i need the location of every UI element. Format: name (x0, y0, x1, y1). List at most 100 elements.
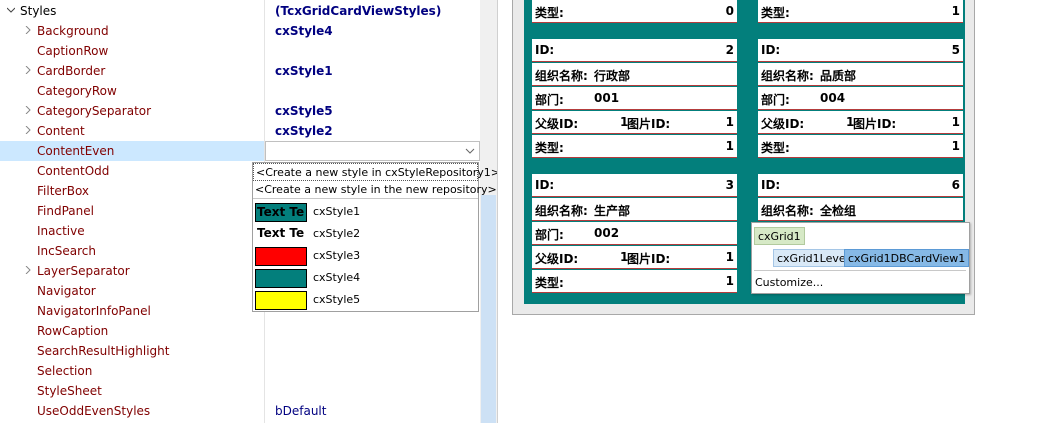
property-name-cell[interactable]: FindPanel (0, 201, 264, 221)
property-name-cell[interactable]: CaptionRow (0, 41, 264, 61)
property-name-cell[interactable]: Navigator (0, 281, 264, 301)
card-row[interactable]: ID: 5 (758, 39, 963, 62)
property-name-cell[interactable]: Styles (0, 1, 264, 21)
grid-root-tag[interactable]: cxGrid1 (754, 227, 805, 245)
card-row-value: 0 (725, 4, 734, 18)
expand-icon[interactable] (24, 266, 32, 274)
property-value-cell[interactable]: cxStyle2 (265, 121, 480, 141)
property-value-cell[interactable] (265, 381, 480, 401)
card-row-caption: 类型: (535, 276, 564, 290)
card-row[interactable]: 类型: 1 (758, 135, 963, 158)
property-row[interactable]: RowCaption (0, 321, 480, 341)
create-style-in-repository-item[interactable]: <Create a new style in cxStyleRepository… (253, 163, 500, 181)
property-value-cell[interactable]: (TcxGridCardViewStyles) (265, 1, 480, 21)
popup-separator (754, 270, 966, 271)
property-name-cell[interactable]: ContentEven (0, 141, 264, 161)
card-row[interactable]: ID: 2 (532, 39, 737, 62)
property-name-cell[interactable]: Selection (0, 361, 264, 381)
card-row[interactable]: 组织名称: 品质部 (758, 63, 963, 86)
property-row-styles[interactable]: Styles (TcxGridCardViewStyles) (0, 1, 480, 21)
property-row[interactable]: UseOddEvenStyles bDefault (0, 401, 480, 421)
grid-view-tag[interactable]: cxGrid1DBCardView1 (844, 249, 970, 267)
card-row[interactable]: 父级ID: 1 图片ID: 1 (532, 111, 737, 134)
create-style-in-new-repository-item[interactable]: <Create a new style in the new repositor… (253, 181, 497, 199)
card-row[interactable]: 类型: 1 (532, 135, 737, 158)
property-row[interactable]: CategoryRow (0, 81, 480, 101)
property-name-cell[interactable]: NavigatorInfoPanel (0, 301, 264, 321)
card-row[interactable]: 类型: 1 (758, 0, 963, 23)
vertical-scrollbar[interactable] (480, 0, 497, 423)
card-row[interactable]: 部门: 001 (532, 87, 737, 110)
property-name-cell[interactable]: LayerSeparator (0, 261, 264, 281)
property-name-cell[interactable]: Content (0, 121, 264, 141)
property-name-cell[interactable]: IncSearch (0, 241, 264, 261)
customize-link[interactable]: Customize... (755, 276, 823, 289)
property-name-cell[interactable]: StyleSheet (0, 381, 264, 401)
property-value-cell[interactable] (265, 361, 480, 381)
property-row[interactable]: CardBorder cxStyle1 (0, 61, 480, 81)
property-value-cell[interactable] (265, 141, 480, 161)
card[interactable]: ID: 3 组织名称: 生产部 部门: 002 父级ID: 1 图片ID: 1 类型: 1 (532, 174, 737, 294)
property-name: FilterBox (37, 184, 90, 198)
property-name-cell[interactable]: CardBorder (0, 61, 264, 81)
property-row[interactable]: Content cxStyle2 (0, 121, 480, 141)
card-row[interactable]: 父级ID: 1 图片ID: 1 (532, 246, 737, 269)
property-value-cell[interactable]: cxStyle5 (265, 101, 480, 121)
property-row[interactable]: CaptionRow (0, 41, 480, 61)
card-row-caption: 类型: (761, 6, 790, 20)
style-option-cxStyle5[interactable]: cxStyle5 (253, 288, 478, 313)
card-row[interactable]: 组织名称: 生产部 (532, 198, 737, 221)
property-row[interactable]: ContentEven (0, 141, 480, 161)
card[interactable]: 类型: 0 (532, 0, 737, 24)
card-row[interactable]: 部门: 004 (758, 87, 963, 110)
property-value-cell[interactable]: cxStyle4 (265, 21, 480, 41)
expand-icon[interactable] (24, 66, 32, 74)
property-name: SearchResultHighlight (37, 344, 170, 358)
card-row[interactable]: 组织名称: 行政部 (532, 63, 737, 86)
chevron-down-icon[interactable] (465, 147, 475, 155)
property-name-cell[interactable]: Background (0, 21, 264, 41)
property-name: UseOddEvenStyles (37, 404, 151, 418)
property-name: ContentEven (37, 144, 115, 158)
card[interactable]: 类型: 1 (758, 0, 963, 24)
property-name-cell[interactable]: FilterBox (0, 181, 264, 201)
card-row-caption: ID: (761, 178, 781, 192)
card-row[interactable]: ID: 6 (758, 174, 963, 197)
property-name-cell[interactable]: Inactive (0, 221, 264, 241)
collapse-icon[interactable] (7, 6, 15, 14)
card[interactable]: ID: 5 组织名称: 品质部 部门: 004 父级ID: 1 图片ID: 1 类型: 1 (758, 39, 963, 159)
card-row[interactable]: ID: 3 (532, 174, 737, 197)
property-name-cell[interactable]: SearchResultHighlight (0, 341, 264, 361)
scrollbar-thumb[interactable] (481, 195, 496, 423)
grid-control[interactable]: 类型: 0 类型: 1 ID: 2 组织名称: 行政部 部门: 001 父级ID: 1 图片ID: 1 类型… (512, 0, 975, 315)
property-value-cell[interactable]: bDefault (265, 401, 480, 421)
property-row[interactable]: Selection (0, 361, 480, 381)
property-row[interactable]: CategorySeparator cxStyle5 (0, 101, 480, 121)
property-name: Background (37, 24, 109, 38)
property-name-cell[interactable]: CategorySeparator (0, 101, 264, 121)
card-row-value-2: 1 (725, 115, 734, 129)
card-row[interactable]: 类型: 0 (532, 0, 737, 23)
property-row[interactable]: StyleSheet (0, 381, 480, 401)
card-row-caption: 组织名称: (535, 204, 588, 218)
property-value-cell[interactable]: cxStyle1 (265, 61, 480, 81)
property-value-cell[interactable] (265, 321, 480, 341)
property-name-cell[interactable]: UseOddEvenStyles (0, 401, 264, 421)
card-row[interactable]: 父级ID: 1 图片ID: 1 (758, 111, 963, 134)
property-name-cell[interactable]: ContentOdd (0, 161, 264, 181)
property-name: Inactive (37, 224, 85, 238)
card-row[interactable]: 部门: 002 (532, 222, 737, 245)
property-value-cell[interactable] (265, 341, 480, 361)
property-name-cell[interactable]: CategoryRow (0, 81, 264, 101)
card-row[interactable]: 组织名称: 全检组 (758, 198, 963, 221)
property-name-cell[interactable]: RowCaption (0, 321, 264, 341)
expand-icon[interactable] (24, 26, 32, 34)
property-value-cell[interactable] (265, 41, 480, 61)
property-value-cell[interactable] (265, 81, 480, 101)
card-row[interactable]: 类型: 1 (532, 270, 737, 293)
expand-icon[interactable] (24, 106, 32, 114)
property-row[interactable]: SearchResultHighlight (0, 341, 480, 361)
card[interactable]: ID: 2 组织名称: 行政部 部门: 001 父级ID: 1 图片ID: 1 类型: 1 (532, 39, 737, 159)
property-row[interactable]: Background cxStyle4 (0, 21, 480, 41)
expand-icon[interactable] (24, 126, 32, 134)
